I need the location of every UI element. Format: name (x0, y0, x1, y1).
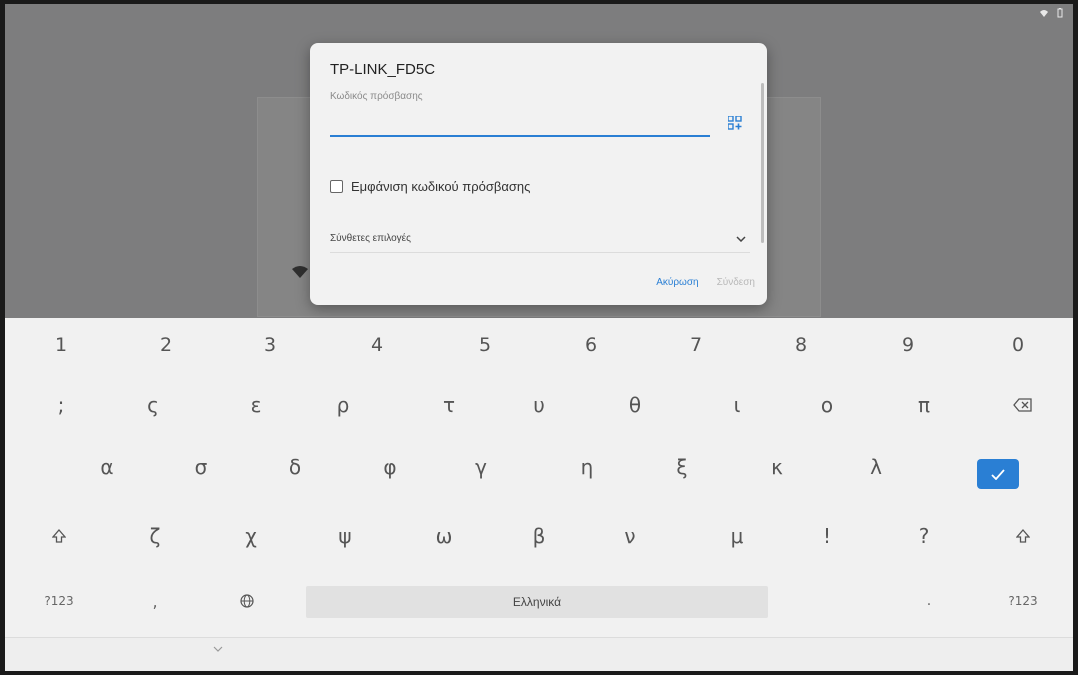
key-exclamation[interactable]: ! (801, 511, 853, 561)
key-delta[interactable]: δ (269, 442, 321, 492)
key-period[interactable]: . (903, 576, 955, 626)
symbols-key-left[interactable]: ?123 (33, 576, 85, 626)
key-omega[interactable]: ω (418, 511, 470, 561)
number-row: 1 2 3 4 5 6 7 8 9 0 (5, 320, 1073, 380)
language-key[interactable] (221, 576, 273, 626)
key-psi[interactable]: ψ (319, 511, 371, 561)
qr-scan-icon[interactable] (728, 116, 742, 130)
symbols-key-right[interactable]: ?123 (997, 576, 1049, 626)
battery-icon (1057, 8, 1063, 18)
key-5[interactable]: 5 (459, 320, 511, 370)
backspace-icon (1013, 398, 1032, 412)
advanced-options-label: Σύνθετες επιλογές (330, 233, 411, 244)
connect-button[interactable]: Σύνδεση (713, 275, 759, 290)
key-8[interactable]: 8 (775, 320, 827, 370)
wifi-network-icon (292, 266, 308, 278)
key-gamma[interactable]: γ (455, 442, 507, 492)
key-pi[interactable]: π (898, 380, 950, 430)
shift-icon (52, 529, 66, 543)
status-bar (1039, 8, 1065, 18)
key-1[interactable]: 1 (35, 320, 87, 370)
tablet-screen: TP-LINK_FD5C Κωδικός πρόσβασης Εμφάνιση … (5, 4, 1073, 671)
password-input[interactable] (330, 109, 710, 137)
on-screen-keyboard: 1 2 3 4 5 6 7 8 9 0 ; ς ε ρ τ υ θ ι ο π (5, 318, 1073, 671)
backspace-key[interactable] (997, 380, 1049, 430)
show-password-row[interactable]: Εμφάνιση κωδικού πρόσβασης (330, 179, 530, 194)
letter-row-3: ζ χ ψ ω β ν μ ! ? (5, 511, 1073, 571)
letter-row-1: ; ς ε ρ τ υ θ ι ο π (5, 380, 1073, 440)
key-6[interactable]: 6 (565, 320, 617, 370)
key-nu[interactable]: ν (604, 511, 656, 561)
key-upsilon[interactable]: υ (513, 380, 565, 430)
key-9[interactable]: 9 (882, 320, 934, 370)
dialog-actions: Ακύρωση Σύνδεση (652, 275, 759, 290)
key-zeta[interactable]: ζ (129, 511, 181, 561)
show-password-checkbox[interactable] (330, 180, 343, 193)
wifi-password-dialog: TP-LINK_FD5C Κωδικός πρόσβασης Εμφάνιση … (310, 43, 767, 305)
globe-icon (240, 594, 254, 608)
navigation-bar (5, 637, 1073, 671)
key-4[interactable]: 4 (351, 320, 403, 370)
key-chi[interactable]: χ (225, 511, 277, 561)
shift-key-left[interactable] (33, 511, 85, 561)
shift-icon (1016, 529, 1030, 543)
key-epsilon[interactable]: ε (230, 380, 282, 430)
key-rho[interactable]: ρ (317, 380, 369, 430)
key-2[interactable]: 2 (140, 320, 192, 370)
network-name: TP-LINK_FD5C (330, 61, 436, 78)
key-iota[interactable]: ι (711, 380, 763, 430)
key-theta[interactable]: θ (609, 380, 661, 430)
hide-keyboard-icon[interactable] (213, 646, 223, 652)
key-0[interactable]: 0 (992, 320, 1044, 370)
key-eta[interactable]: η (561, 442, 613, 492)
key-xi[interactable]: ξ (656, 442, 708, 492)
password-label: Κωδικός πρόσβασης (330, 91, 423, 102)
letter-row-2: α σ δ φ γ η ξ κ λ (5, 442, 1073, 502)
enter-key[interactable] (977, 459, 1019, 489)
key-alpha[interactable]: α (81, 442, 133, 492)
cancel-button[interactable]: Ακύρωση (652, 275, 702, 290)
key-kappa[interactable]: κ (751, 442, 803, 492)
key-lambda[interactable]: λ (850, 442, 902, 492)
chevron-down-icon (736, 235, 746, 242)
key-beta[interactable]: β (513, 511, 565, 561)
dialog-scrollbar[interactable] (761, 83, 764, 243)
advanced-options-dropdown[interactable]: Σύνθετες επιλογές (330, 225, 750, 253)
key-phi[interactable]: φ (364, 442, 416, 492)
key-3[interactable]: 3 (244, 320, 296, 370)
key-question[interactable]: ? (898, 511, 950, 561)
shift-key-right[interactable] (997, 511, 1049, 561)
space-key[interactable]: Ελληνικά (306, 586, 768, 618)
key-sigma[interactable]: σ (175, 442, 227, 492)
show-password-label: Εμφάνιση κωδικού πρόσβασης (351, 179, 531, 194)
key-7[interactable]: 7 (670, 320, 722, 370)
key-tau[interactable]: τ (423, 380, 475, 430)
wifi-icon (1040, 10, 1048, 17)
key-final-sigma[interactable]: ς (127, 380, 179, 430)
key-comma[interactable]: , (129, 576, 181, 626)
checkmark-icon (991, 468, 1005, 480)
key-mu[interactable]: μ (711, 511, 763, 561)
key-semicolon[interactable]: ; (35, 380, 87, 430)
key-omicron[interactable]: ο (801, 380, 853, 430)
